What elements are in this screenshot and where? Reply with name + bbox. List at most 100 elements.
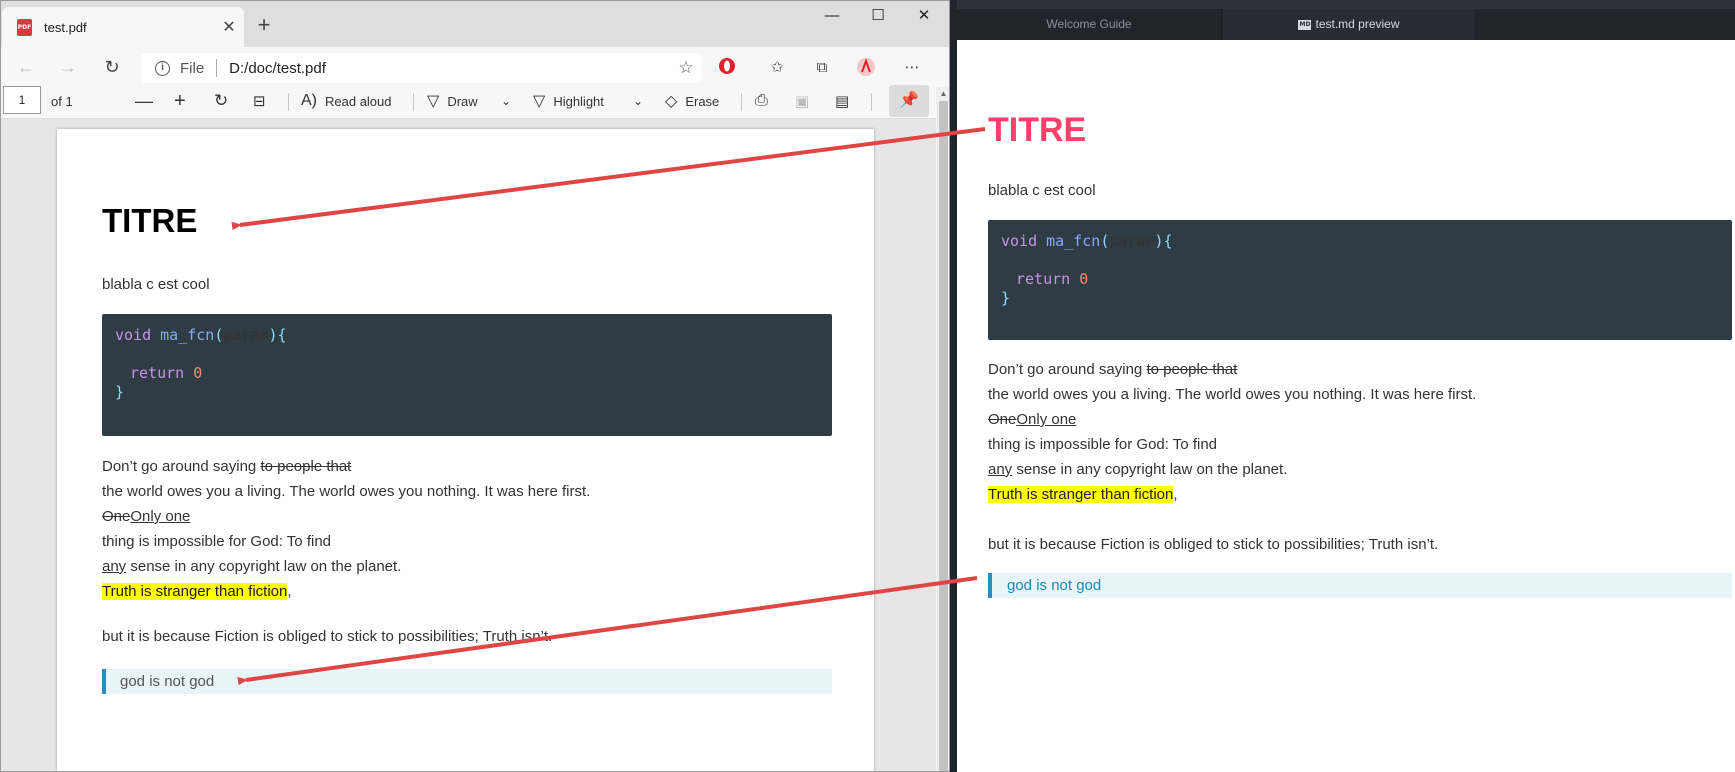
close-tab-icon[interactable]: ✕ bbox=[214, 17, 244, 37]
code-number: 0 bbox=[193, 364, 203, 382]
atom-editor-window: Welcome Guide MD test.md preview TITRE bl… bbox=[950, 0, 1735, 772]
pdf-line-6: Truth is stranger than fiction, bbox=[102, 579, 832, 604]
more-menu-icon[interactable]: ⋯ bbox=[899, 57, 925, 79]
code-param: param bbox=[223, 326, 269, 344]
scroll-up-arrow-icon[interactable]: ▲ bbox=[936, 87, 949, 101]
url-text[interactable]: D:/doc/test.pdf bbox=[229, 60, 671, 77]
zoom-in-icon[interactable]: + bbox=[174, 83, 186, 119]
pane-divider[interactable] bbox=[950, 0, 957, 772]
empty-tab-area bbox=[1475, 9, 1735, 40]
preview-line-4: thing is impossible for God: To find bbox=[988, 436, 1218, 453]
preview-blockquote: god is not god bbox=[988, 573, 1732, 598]
code-line-1: void ma_fcn(param){ bbox=[115, 326, 819, 345]
inserted-text: Only one bbox=[1016, 411, 1077, 428]
code-function: ma_fcn bbox=[160, 326, 215, 344]
address-bar[interactable]: i File D:/doc/test.pdf ☆ bbox=[141, 53, 701, 83]
toolbar-divider bbox=[741, 93, 742, 111]
read-aloud-icon: A) bbox=[301, 92, 317, 109]
pdf-intro: blabla c est cool bbox=[102, 276, 210, 293]
text: Don’t go around saying bbox=[988, 361, 1147, 378]
erase-label: Erase bbox=[685, 93, 720, 109]
extension-logo-icon[interactable] bbox=[853, 57, 879, 79]
pdf-viewer[interactable]: TITRE blabla c est cool void ma_fcn(para… bbox=[1, 119, 936, 771]
tab-label: test.md preview bbox=[1315, 17, 1400, 31]
toolbar-divider bbox=[413, 93, 414, 111]
highlight-options-chevron-icon[interactable]: ⌄ bbox=[633, 83, 643, 119]
forward-arrow-icon[interactable]: → bbox=[53, 53, 83, 81]
pdf-line-2: the world owes you a living. The world o… bbox=[102, 483, 591, 500]
text: sense in any copyright law on the planet… bbox=[1012, 461, 1288, 478]
fit-page-icon[interactable]: ⊟ bbox=[253, 83, 266, 119]
edge-browser-window: PDF test.pdf ✕ + — ☐ ✕ ← → ↻ i File D:/d… bbox=[0, 0, 950, 772]
pdf-line-5: any sense in any copyright law on the pl… bbox=[102, 554, 832, 579]
print-icon[interactable]: ⎙ bbox=[755, 83, 768, 119]
maximize-button[interactable]: ☐ bbox=[855, 1, 901, 33]
toolbar-divider bbox=[288, 93, 289, 111]
favorite-star-icon[interactable]: ☆ bbox=[671, 58, 701, 78]
draw-button[interactable]: ▽ Draw bbox=[427, 83, 478, 119]
save-as-icon[interactable]: ▤ bbox=[835, 83, 849, 119]
eraser-icon: ◇ bbox=[665, 93, 678, 110]
inserted-text: Only one bbox=[130, 508, 191, 525]
atom-tab-bar: Welcome Guide MD test.md preview bbox=[957, 9, 1735, 40]
url-scheme: File bbox=[180, 59, 205, 77]
highlight-button[interactable]: ▽ Highlight bbox=[533, 83, 604, 119]
draw-pen-icon: ▽ bbox=[427, 93, 440, 110]
code-keyword: return bbox=[130, 364, 185, 382]
text: , bbox=[287, 583, 292, 600]
text: , bbox=[1173, 486, 1178, 503]
favorites-icon[interactable]: ✩ bbox=[764, 57, 790, 79]
code-function: ma_fcn bbox=[1046, 232, 1101, 250]
back-arrow-icon[interactable]: ← bbox=[11, 53, 41, 81]
pdf-file-icon: PDF bbox=[17, 18, 32, 36]
page-number-input[interactable]: 1 bbox=[3, 86, 41, 114]
read-aloud-button[interactable]: A) Read aloud bbox=[301, 83, 392, 119]
pdf-body-text: Don’t go around saying to people that th… bbox=[102, 454, 832, 649]
highlight-label: Highlight bbox=[553, 93, 604, 109]
address-bar-row: ← → ↻ i File D:/doc/test.pdf ☆ ✩ ⧉ ⋯ bbox=[1, 47, 949, 87]
tab-md-preview[interactable]: MD test.md preview bbox=[1223, 9, 1475, 40]
new-tab-button[interactable]: + bbox=[251, 11, 277, 39]
code-keyword: void bbox=[115, 326, 152, 344]
pin-toolbar-icon[interactable]: 📌 bbox=[889, 85, 929, 117]
vertical-scrollbar[interactable]: ▲ bbox=[936, 87, 949, 771]
code-line-2: return 0 bbox=[115, 364, 819, 383]
refresh-icon[interactable]: ↻ bbox=[97, 53, 127, 81]
pdf-line-4: thing is impossible for God: To find bbox=[102, 533, 332, 550]
close-window-button[interactable]: ✕ bbox=[901, 1, 947, 33]
preview-line-5: any sense in any copyright law on the pl… bbox=[988, 457, 1728, 482]
strikethrough-text: One bbox=[102, 508, 131, 525]
code-param: param bbox=[1109, 232, 1155, 250]
info-icon[interactable]: i bbox=[155, 60, 170, 76]
save-icon[interactable]: ▣ bbox=[795, 83, 809, 119]
preview-line-2: the world owes you a living. The world o… bbox=[988, 386, 1477, 403]
tab-strip: PDF test.pdf ✕ + — ☐ ✕ bbox=[1, 1, 949, 47]
draw-options-chevron-icon[interactable]: ⌄ bbox=[501, 83, 511, 119]
url-divider bbox=[216, 59, 218, 77]
preview-line-1: Don’t go around saying to people that bbox=[988, 357, 1728, 382]
read-aloud-label: Read aloud bbox=[325, 93, 392, 109]
collections-icon[interactable]: ⧉ bbox=[809, 57, 835, 79]
tab-welcome-guide[interactable]: Welcome Guide bbox=[957, 9, 1222, 40]
code-keyword: return bbox=[1016, 270, 1071, 288]
pdf-line-7: but it is because Fiction is obliged to … bbox=[102, 628, 553, 645]
browser-tab-test-pdf[interactable]: PDF test.pdf ✕ bbox=[2, 7, 244, 47]
inserted-text: any bbox=[102, 558, 127, 575]
minimize-button[interactable]: — bbox=[809, 1, 855, 33]
zoom-out-icon[interactable]: — bbox=[135, 83, 153, 119]
pdf-blockquote: god is not god bbox=[102, 669, 832, 694]
rotate-icon[interactable]: ↻ bbox=[214, 83, 228, 119]
preview-line-3: OneOnly one bbox=[988, 407, 1728, 432]
toolbar-divider bbox=[871, 93, 872, 111]
code-number: 0 bbox=[1079, 270, 1089, 288]
pdf-toolbar: 1 of 1 — + ↻ ⊟ A) Read aloud ▽ Draw ⌄ ▽ Hig… bbox=[1, 83, 949, 119]
scroll-thumb[interactable] bbox=[939, 101, 948, 771]
erase-button[interactable]: ◇ Erase bbox=[665, 83, 719, 119]
strikethrough-text: to people that bbox=[1146, 361, 1238, 378]
opera-extension-icon[interactable] bbox=[714, 57, 740, 79]
code-punct: ){ bbox=[268, 326, 287, 344]
